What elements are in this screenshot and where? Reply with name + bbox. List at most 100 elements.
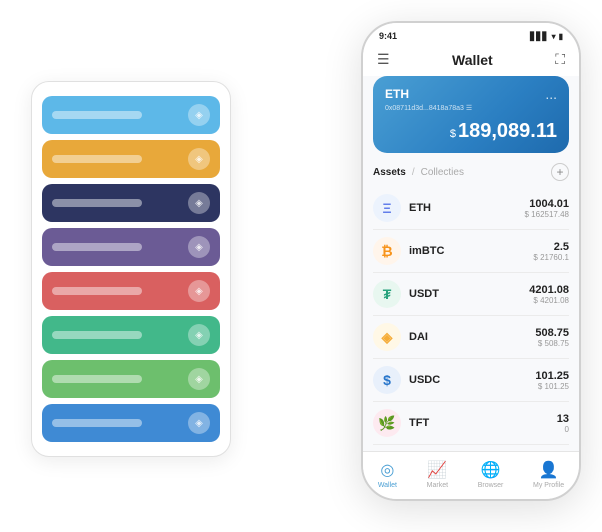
stack-card-3[interactable]: ◈ — [42, 228, 220, 266]
asset-name-eth: ETH — [409, 202, 525, 214]
stack-card-4[interactable]: ◈ — [42, 272, 220, 310]
eth-card-balance: $189,089.11 — [385, 120, 557, 143]
battery-icon: ▮ — [559, 32, 563, 41]
asset-icon-imbtc: ₿ — [373, 237, 401, 265]
menu-icon[interactable]: ☰ — [377, 51, 390, 68]
stack-card-icon-2: ◈ — [188, 192, 210, 214]
eth-card-top: ETH ... — [385, 86, 557, 102]
stack-card-0[interactable]: ◈ — [42, 96, 220, 134]
nav-item-browser[interactable]: 🌐 Browser — [478, 460, 504, 489]
asset-name-usdc: USDC — [409, 374, 535, 386]
status-bar: 9:41 ▋▋▋ ▾ ▮ — [363, 23, 579, 45]
status-icons: ▋▋▋ ▾ ▮ — [530, 32, 563, 41]
stack-card-6[interactable]: ◈ — [42, 360, 220, 398]
asset-amounts-dai: 508.75$ 508.75 — [535, 327, 569, 348]
asset-amounts-usdc: 101.25$ 101.25 — [535, 370, 569, 391]
asset-amount-main: 508.75 — [535, 327, 569, 339]
stack-card-icon-0: ◈ — [188, 104, 210, 126]
asset-icon-tft: 🌿 — [373, 409, 401, 437]
asset-amount-main: 4201.08 — [529, 284, 569, 296]
scene: ◈ ◈ ◈ ◈ ◈ ◈ ◈ ◈ 9:41 ▋▋▋ ▾ ▮ ☰ Wallet ⛶ ETH ... — [21, 21, 581, 511]
stack-card-label-7 — [52, 419, 142, 427]
tab-divider: / — [412, 167, 415, 178]
asset-name-usdt: USDT — [409, 288, 529, 300]
assets-header: Assets / Collecties + — [373, 163, 569, 181]
nav-icon-wallet: ◎ — [380, 460, 394, 480]
wifi-icon: ▾ — [552, 32, 556, 41]
asset-amount-usd: $ 4201.08 — [529, 296, 569, 305]
stack-card-label-4 — [52, 287, 142, 295]
asset-icon-usdc: $ — [373, 366, 401, 394]
asset-amounts-tft: 130 — [557, 413, 569, 434]
asset-item-dai[interactable]: ◈ DAI508.75$ 508.75 — [373, 316, 569, 359]
assets-tab-inactive[interactable]: Collecties — [421, 167, 464, 178]
stack-card-label-0 — [52, 111, 142, 119]
asset-item-imbtc[interactable]: ₿ imBTC2.5$ 21760.1 — [373, 230, 569, 273]
currency-symbol: $ — [450, 128, 456, 140]
asset-icon-eth: Ξ — [373, 194, 401, 222]
nav-icon-browser: 🌐 — [481, 460, 501, 480]
asset-amount-main: 2.5 — [533, 241, 569, 253]
asset-amount-usd: $ 21760.1 — [533, 253, 569, 262]
stack-card-icon-3: ◈ — [188, 236, 210, 258]
assets-tab-active[interactable]: Assets — [373, 167, 406, 178]
stack-card-icon-6: ◈ — [188, 368, 210, 390]
expand-icon[interactable]: ⛶ — [555, 51, 565, 68]
assets-tabs: Assets / Collecties — [373, 167, 464, 178]
asset-amounts-imbtc: 2.5$ 21760.1 — [533, 241, 569, 262]
stack-card-1[interactable]: ◈ — [42, 140, 220, 178]
stack-card-label-6 — [52, 375, 142, 383]
nav-label-market: Market — [427, 482, 448, 489]
asset-icon-dai: ◈ — [373, 323, 401, 351]
signal-icon: ▋▋▋ — [530, 32, 548, 41]
eth-card-name: ETH — [385, 87, 409, 101]
nav-icon-market: 📈 — [427, 460, 447, 480]
status-time: 9:41 — [379, 31, 397, 41]
nav-label-wallet: Wallet — [378, 482, 397, 489]
asset-amount-usd: $ 162517.48 — [525, 210, 570, 219]
asset-list: Ξ ETH1004.01$ 162517.48 ₿ imBTC2.5$ 21760.1… — [373, 187, 569, 445]
asset-item-usdc[interactable]: $ USDC101.25$ 101.25 — [373, 359, 569, 402]
bottom-nav: ◎ Wallet 📈 Market 🌐 Browser 👤My Profile — [363, 451, 579, 499]
eth-card: ETH ... 0x08711d3d...8418a78a3 ☰ $189,08… — [373, 76, 569, 153]
page-title: Wallet — [452, 52, 493, 68]
asset-amount-usd: $ 101.25 — [535, 382, 569, 391]
phone-mockup: 9:41 ▋▋▋ ▾ ▮ ☰ Wallet ⛶ ETH ... 0x08711d… — [361, 21, 581, 501]
asset-amount-main: 13 — [557, 413, 569, 425]
asset-name-dai: DAI — [409, 331, 535, 343]
asset-amount-main: 1004.01 — [525, 198, 570, 210]
phone-header: ☰ Wallet ⛶ — [363, 45, 579, 76]
nav-label-browser: Browser — [478, 482, 504, 489]
stack-card-label-3 — [52, 243, 142, 251]
asset-amount-usd: 0 — [557, 425, 569, 434]
stack-card-2[interactable]: ◈ — [42, 184, 220, 222]
asset-item-usdt[interactable]: ₮ USDT4201.08$ 4201.08 — [373, 273, 569, 316]
asset-name-imbtc: imBTC — [409, 245, 533, 257]
nav-item-wallet[interactable]: ◎ Wallet — [378, 460, 397, 489]
eth-card-address: 0x08711d3d...8418a78a3 ☰ — [385, 104, 557, 112]
stack-card-icon-1: ◈ — [188, 148, 210, 170]
asset-icon-usdt: ₮ — [373, 280, 401, 308]
stack-card-label-5 — [52, 331, 142, 339]
phone-content: ETH ... 0x08711d3d...8418a78a3 ☰ $189,08… — [363, 76, 579, 451]
stack-card-5[interactable]: ◈ — [42, 316, 220, 354]
stack-card-7[interactable]: ◈ — [42, 404, 220, 442]
asset-amount-main: 101.25 — [535, 370, 569, 382]
asset-amounts-eth: 1004.01$ 162517.48 — [525, 198, 570, 219]
asset-item-tft[interactable]: 🌿 TFT130 — [373, 402, 569, 445]
asset-item-eth[interactable]: Ξ ETH1004.01$ 162517.48 — [373, 187, 569, 230]
add-asset-button[interactable]: + — [551, 163, 569, 181]
card-stack: ◈ ◈ ◈ ◈ ◈ ◈ ◈ ◈ — [31, 81, 231, 457]
asset-name-tft: TFT — [409, 417, 557, 429]
stack-card-icon-7: ◈ — [188, 412, 210, 434]
nav-item-profile[interactable]: 👤My Profile — [533, 460, 564, 489]
stack-card-icon-5: ◈ — [188, 324, 210, 346]
asset-amount-usd: $ 508.75 — [535, 339, 569, 348]
nav-item-market[interactable]: 📈 Market — [427, 460, 448, 489]
eth-card-menu[interactable]: ... — [545, 86, 557, 102]
stack-card-icon-4: ◈ — [188, 280, 210, 302]
asset-amounts-usdt: 4201.08$ 4201.08 — [529, 284, 569, 305]
stack-card-label-2 — [52, 199, 142, 207]
stack-card-label-1 — [52, 155, 142, 163]
nav-label-profile: My Profile — [533, 482, 564, 489]
